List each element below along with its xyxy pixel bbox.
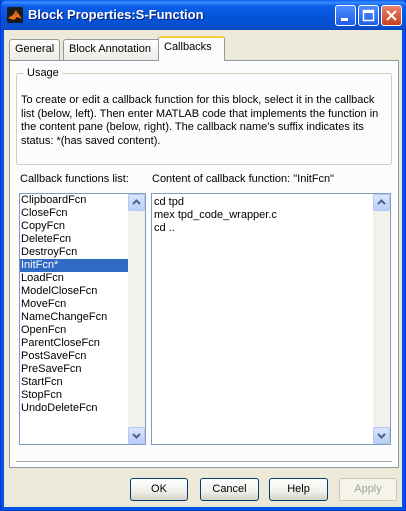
callback-list-item[interactable]: ClipboardFcn (20, 194, 128, 207)
callback-list-item[interactable]: StartFcn (20, 376, 128, 389)
window-title: Block Properties:S-Function (28, 7, 204, 22)
maximize-button[interactable] (358, 5, 379, 26)
content-lines: cd tpd mex tpd_code_wrapper.c cd .. (152, 196, 372, 235)
apply-button[interactable]: Apply (339, 478, 397, 501)
callback-list-item[interactable]: CloseFcn (20, 207, 128, 220)
content-scroll-up-button[interactable] (373, 194, 390, 211)
callback-list-item[interactable]: MoveFcn (20, 298, 128, 311)
ok-button[interactable]: OK (130, 478, 188, 501)
usage-legend: Usage (24, 67, 62, 79)
dialog-window: Block Properties:S-Function General Bloc… (0, 0, 406, 511)
minimize-icon (341, 18, 348, 21)
callback-list-item[interactable]: UndoDeleteFcn (20, 402, 128, 415)
matlab-logo-icon[interactable] (7, 7, 23, 23)
callback-list-item[interactable]: PreSaveFcn (20, 363, 128, 376)
content-line: mex tpd_code_wrapper.c (154, 209, 277, 221)
tab-strip: General Block Annotation Callbacks (9, 36, 399, 61)
callback-list-item[interactable]: PostSaveFcn (20, 350, 128, 363)
arrow-up-icon (132, 199, 141, 205)
callback-list-item[interactable]: DestroyFcn (20, 246, 128, 259)
arrow-down-icon (377, 433, 386, 439)
scroll-down-button[interactable] (128, 427, 145, 444)
callback-items: ClipboardFcn CloseFcn CopyFcn DeleteFcn Dest… (20, 194, 128, 415)
tab-block-annotation[interactable]: Block Annotation (63, 39, 163, 60)
content-line: cd tpd (154, 196, 184, 208)
usage-description: To create or edit a callback function fo… (21, 94, 379, 147)
callback-list-label: Callback functions list: (20, 173, 129, 185)
callback-list-item[interactable]: LoadFcn (20, 272, 128, 285)
callback-list-item[interactable]: DeleteFcn (20, 233, 128, 246)
content-scroll-down-button[interactable] (373, 427, 390, 444)
content-pane-label: Content of callback function: "InitFcn" (152, 173, 335, 185)
title-bar[interactable]: Block Properties:S-Function (1, 0, 406, 30)
usage-group: Usage To create or edit a callback funct… (16, 67, 392, 165)
tab-callbacks[interactable]: Callbacks (158, 36, 225, 61)
scroll-up-button[interactable] (128, 194, 145, 211)
content-scrollbar[interactable] (373, 194, 390, 444)
callback-list-item[interactable]: ParentCloseFcn (20, 337, 128, 350)
help-button[interactable]: Help (269, 478, 328, 501)
close-icon (386, 10, 397, 21)
callback-list-item[interactable]: ModelCloseFcn (20, 285, 128, 298)
panel-divider (16, 461, 392, 463)
arrow-down-icon (132, 433, 141, 439)
callback-list-item[interactable]: OpenFcn (20, 324, 128, 337)
minimize-button[interactable] (335, 5, 356, 26)
callback-list-item[interactable]: StopFcn (20, 389, 128, 402)
callback-content-editor[interactable]: cd tpd mex tpd_code_wrapper.c cd .. (151, 193, 391, 445)
callback-list-item[interactable]: NameChangeFcn (20, 311, 128, 324)
close-button[interactable] (381, 5, 402, 26)
maximize-icon (362, 9, 375, 22)
arrow-up-icon (377, 199, 386, 205)
callback-functions-list[interactable]: ClipboardFcn CloseFcn CopyFcn DeleteFcn Dest… (19, 193, 146, 445)
callbacks-panel: Usage To create or edit a callback funct… (9, 60, 399, 468)
cancel-button[interactable]: Cancel (200, 478, 259, 501)
callback-list-scrollbar[interactable] (128, 194, 145, 444)
callback-list-item[interactable]: CopyFcn (20, 220, 128, 233)
content-line: cd .. (154, 222, 175, 234)
callback-list-item[interactable]: InitFcn* (20, 259, 128, 272)
tab-general[interactable]: General (9, 39, 60, 60)
